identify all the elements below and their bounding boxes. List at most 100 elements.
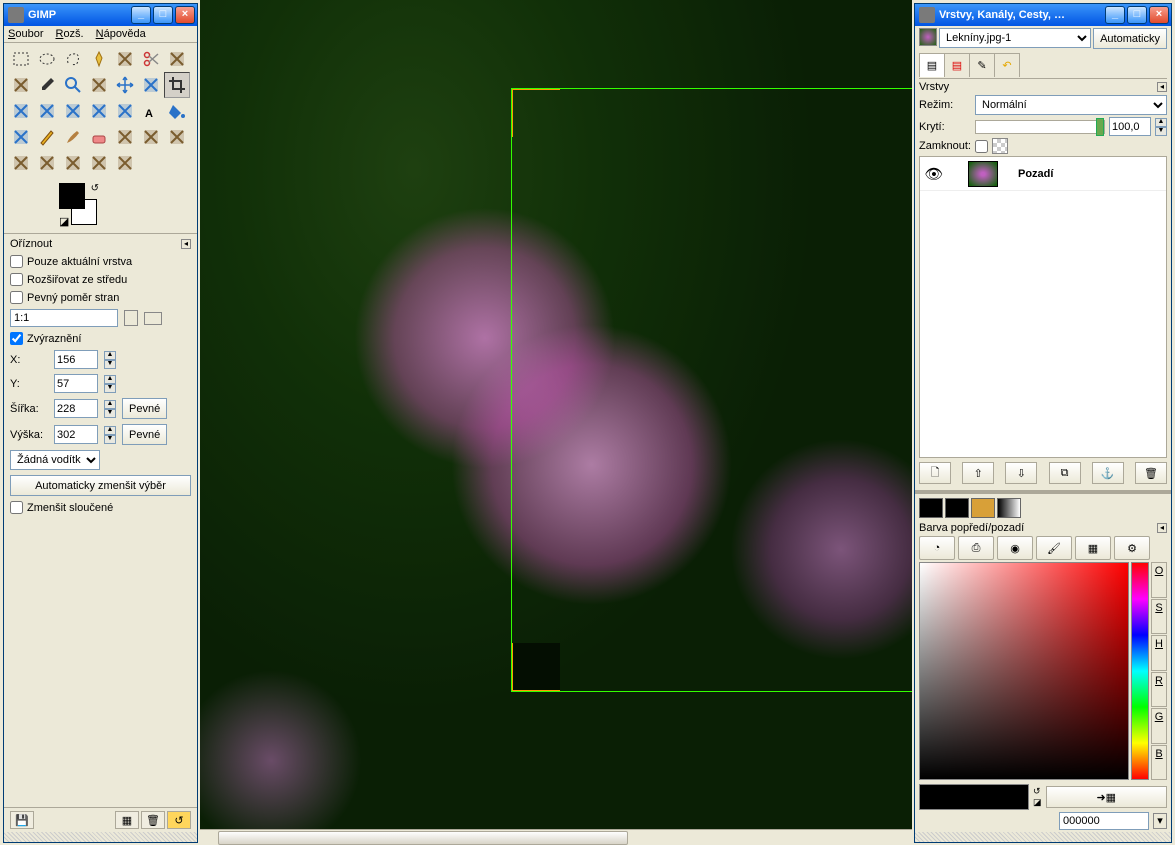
height-spinner[interactable]: ▲▼ bbox=[104, 426, 116, 444]
preset-fgbg-swatch[interactable] bbox=[919, 498, 943, 518]
expand-from-center-checkbox[interactable] bbox=[10, 273, 23, 286]
close-button[interactable]: × bbox=[175, 6, 195, 24]
x-input[interactable] bbox=[54, 350, 98, 369]
hsv-button-h[interactable]: H bbox=[1151, 635, 1167, 671]
tool-rect-select[interactable] bbox=[8, 46, 34, 72]
horizontal-scrollbar[interactable] bbox=[200, 829, 912, 845]
duplicate-layer-button[interactable]: ⧉ bbox=[1049, 462, 1081, 484]
tool-perspective[interactable] bbox=[86, 98, 112, 124]
highlight-checkbox[interactable] bbox=[10, 332, 23, 345]
tool-smudge[interactable] bbox=[86, 150, 112, 176]
hue-bar[interactable] bbox=[1131, 562, 1149, 780]
scrollbar-thumb[interactable] bbox=[218, 831, 628, 845]
reset-colors-icon[interactable]: ◪ bbox=[59, 215, 69, 225]
only-current-layer-row[interactable]: Pouze aktuální vrstva bbox=[10, 255, 191, 268]
tool-bucket-fill[interactable] bbox=[164, 98, 190, 124]
tool-eraser[interactable] bbox=[86, 124, 112, 150]
shrink-merged-row[interactable]: Zmenšit sloučené bbox=[10, 501, 191, 514]
height-input[interactable] bbox=[54, 425, 98, 444]
shrink-merged-checkbox[interactable] bbox=[10, 501, 23, 514]
picker-printer-icon[interactable]: ⎙ bbox=[958, 536, 994, 560]
tab-layers[interactable]: ▤ bbox=[919, 53, 945, 77]
expand-from-center-row[interactable]: Rozšiřovat ze středu bbox=[10, 273, 191, 286]
tool-crop[interactable] bbox=[164, 72, 190, 98]
layer-list[interactable]: 👁 Pozadí bbox=[919, 156, 1167, 458]
preset-wood[interactable] bbox=[971, 498, 995, 518]
portrait-icon[interactable] bbox=[124, 310, 138, 326]
tool-airbrush[interactable] bbox=[112, 124, 138, 150]
tab-paths[interactable]: ✎ bbox=[969, 53, 995, 77]
close-button[interactable]: × bbox=[1149, 6, 1169, 24]
menu-help[interactable]: Nápověda bbox=[96, 28, 146, 40]
mode-select[interactable]: Normální bbox=[975, 95, 1167, 115]
tool-ink[interactable] bbox=[138, 124, 164, 150]
tool-scissors[interactable] bbox=[138, 46, 164, 72]
crop-rectangle[interactable] bbox=[511, 88, 912, 692]
toolbox-titlebar[interactable]: GIMP _ □ × bbox=[4, 4, 197, 26]
tab-channels[interactable]: ▤ bbox=[944, 53, 970, 77]
only-current-layer-checkbox[interactable] bbox=[10, 255, 23, 268]
raise-layer-button[interactable]: ⇧ bbox=[962, 462, 994, 484]
swap-colors-icon[interactable]: ↺ bbox=[91, 183, 99, 194]
tool-align[interactable] bbox=[138, 72, 164, 98]
new-layer-button[interactable]: 🗋 bbox=[919, 462, 951, 484]
tool-shear[interactable] bbox=[60, 98, 86, 124]
tool-rotate[interactable] bbox=[8, 98, 34, 124]
picker-wheel-icon[interactable]: ◉ bbox=[997, 536, 1033, 560]
opacity-input[interactable] bbox=[1109, 117, 1151, 136]
dock-titlebar[interactable]: Vrstvy, Kanály, Cesty, … _ □ × bbox=[915, 4, 1171, 26]
hsv-button-g[interactable]: G bbox=[1151, 708, 1167, 744]
layer-name[interactable]: Pozadí bbox=[1018, 168, 1053, 180]
tool-color-picker[interactable] bbox=[34, 72, 60, 98]
add-to-palette-button[interactable]: ➜▦ bbox=[1046, 786, 1167, 808]
highlight-row[interactable]: Zvýraznění bbox=[10, 332, 191, 345]
width-input[interactable] bbox=[54, 399, 98, 418]
preset-gradient[interactable] bbox=[997, 498, 1021, 518]
tool-zoom[interactable] bbox=[60, 72, 86, 98]
hsv-button-s[interactable]: S bbox=[1151, 599, 1167, 635]
tool-options-menu-icon[interactable]: ◂ bbox=[181, 239, 191, 249]
auto-button[interactable]: Automaticky bbox=[1093, 28, 1167, 49]
maximize-button[interactable]: □ bbox=[1127, 6, 1147, 24]
tool-foreground-select[interactable] bbox=[164, 46, 190, 72]
image-canvas[interactable] bbox=[200, 0, 912, 845]
lock-alpha-checkbox[interactable] bbox=[975, 140, 988, 153]
dock-divider[interactable] bbox=[915, 490, 1171, 494]
picker-sliders-icon[interactable]: ⚙ bbox=[1114, 536, 1150, 560]
auto-shrink-button[interactable]: Automaticky zmenšit výběr bbox=[10, 475, 191, 496]
width-spinner[interactable]: ▲▼ bbox=[104, 400, 116, 418]
tool-perspective-clone[interactable] bbox=[34, 150, 60, 176]
picker-brush-icon[interactable]: 🖌 bbox=[1036, 536, 1072, 560]
tool-paintbrush[interactable] bbox=[60, 124, 86, 150]
height-lock-button[interactable]: Pevné bbox=[122, 424, 167, 445]
tool-heal[interactable] bbox=[8, 150, 34, 176]
tool-ellipse-select[interactable] bbox=[34, 46, 60, 72]
tool-scale[interactable] bbox=[34, 98, 60, 124]
minimize-button[interactable]: _ bbox=[131, 6, 151, 24]
crop-handle-tl[interactable] bbox=[512, 89, 560, 137]
tool-clone[interactable] bbox=[164, 124, 190, 150]
swap-reset-icons[interactable]: ↺◪ bbox=[1033, 786, 1042, 808]
fixed-aspect-checkbox[interactable] bbox=[10, 291, 23, 304]
tool-by-color-select[interactable] bbox=[112, 46, 138, 72]
menu-ext[interactable]: Rozš. bbox=[55, 28, 83, 40]
lower-layer-button[interactable]: ⇩ bbox=[1005, 462, 1037, 484]
layer-row[interactable]: 👁 Pozadí bbox=[920, 157, 1166, 191]
tool-flip[interactable] bbox=[112, 98, 138, 124]
picker-gimp-icon[interactable]: ◔ bbox=[919, 536, 955, 560]
landscape-icon[interactable] bbox=[144, 312, 162, 325]
crop-handle-bl[interactable] bbox=[512, 643, 560, 691]
tool-blur-sharpen[interactable] bbox=[60, 150, 86, 176]
fgbg-menu-icon[interactable]: ◂ bbox=[1157, 523, 1167, 533]
aspect-ratio-input[interactable] bbox=[10, 309, 118, 327]
delete-layer-button[interactable]: 🗑 bbox=[1135, 462, 1167, 484]
preset-black-circle[interactable] bbox=[945, 498, 969, 518]
maximize-button[interactable]: □ bbox=[153, 6, 173, 24]
hex-input[interactable] bbox=[1059, 812, 1149, 830]
anchor-layer-button[interactable]: ⚓ bbox=[1092, 462, 1124, 484]
x-spinner[interactable]: ▲▼ bbox=[104, 351, 116, 369]
reset-options-icon[interactable]: ↺ bbox=[167, 811, 191, 829]
opacity-slider[interactable] bbox=[975, 120, 1105, 134]
tool-paths[interactable] bbox=[8, 72, 34, 98]
tab-undo[interactable]: ↶ bbox=[994, 53, 1020, 77]
